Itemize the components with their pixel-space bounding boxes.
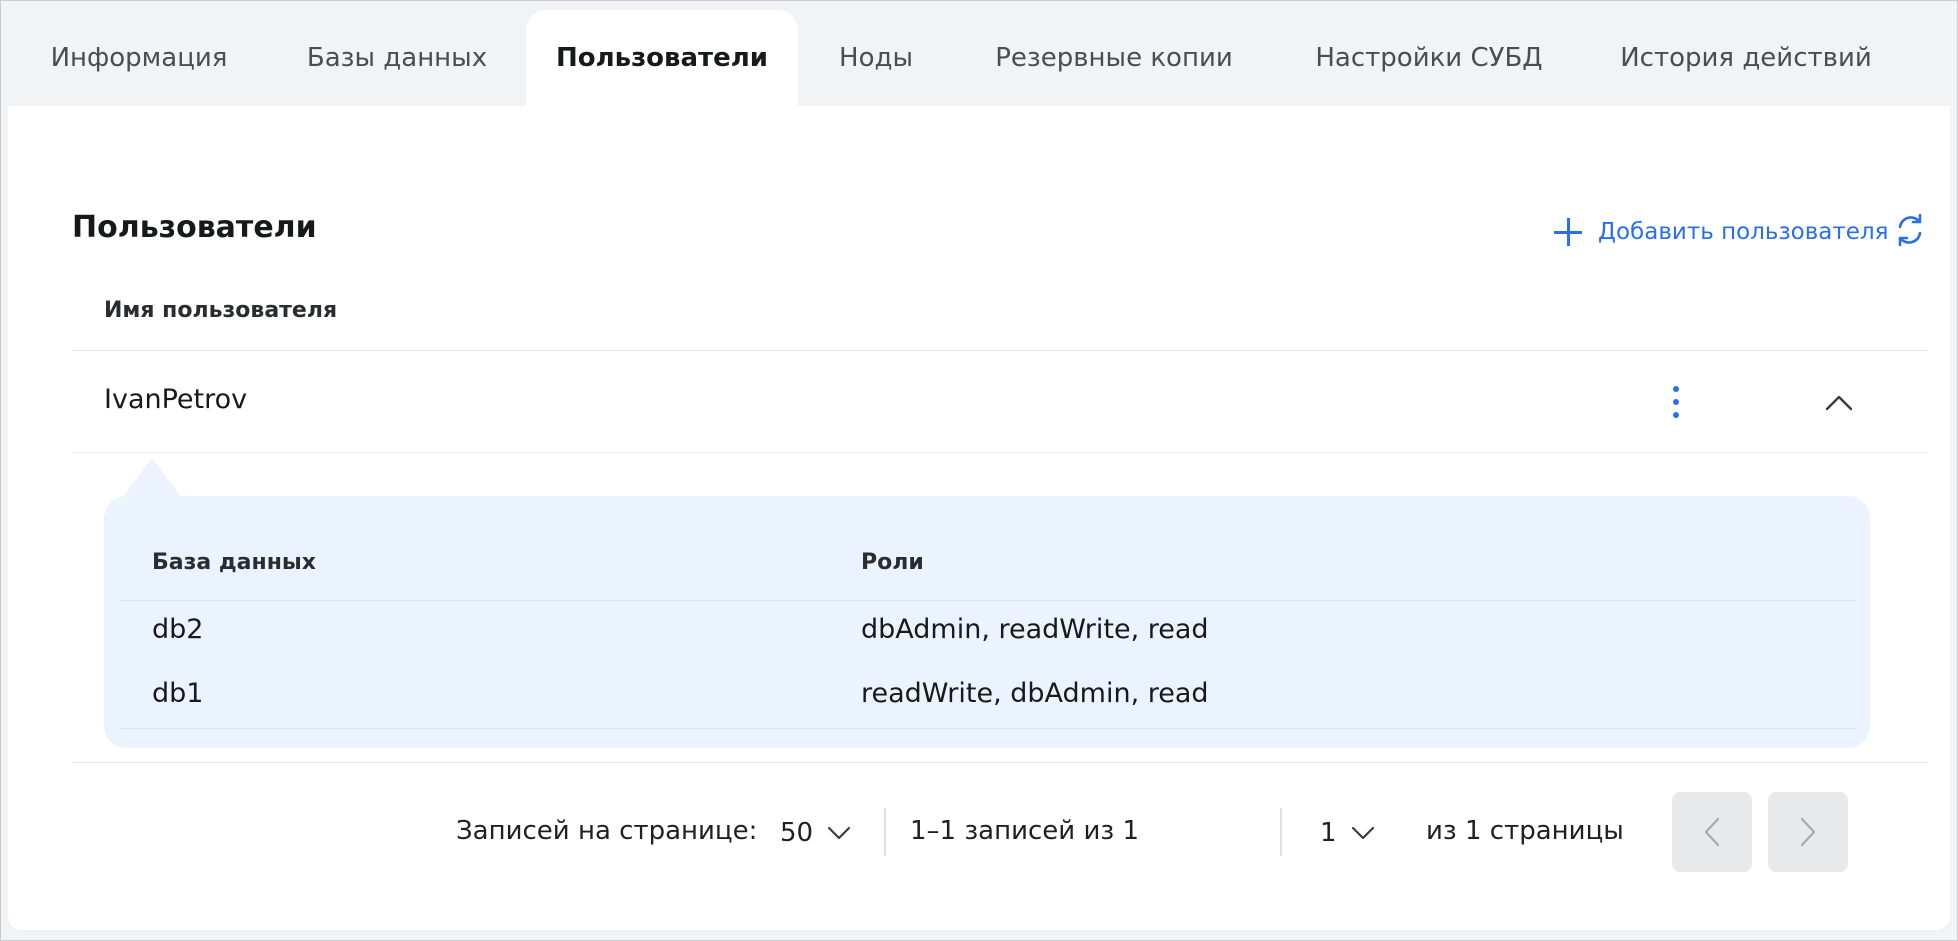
pages-summary: из 1 страницы (1426, 816, 1624, 846)
records-summary: 1–1 записей из 1 (910, 816, 1139, 846)
add-user-label: Добавить пользователя (1598, 219, 1889, 245)
kebab-menu-icon[interactable] (1666, 382, 1686, 422)
database-name: db1 (152, 678, 204, 709)
chevron-left-icon (1704, 817, 1720, 847)
per-page-label: Записей на странице: (456, 816, 758, 846)
tab-action-history[interactable]: История действий (1604, 10, 1888, 106)
tab-info[interactable]: Информация (14, 10, 264, 106)
chevron-down-icon (827, 826, 851, 840)
users-card: Пользователи Добавить пользователя Имя п… (8, 106, 1950, 930)
tab-databases[interactable]: Базы данных (286, 10, 508, 106)
panel-pointer (122, 458, 182, 498)
add-user-button[interactable]: Добавить пользователя (1554, 210, 1889, 254)
divider (72, 452, 1928, 453)
next-page-button[interactable] (1768, 792, 1848, 872)
column-header-database: База данных (152, 550, 317, 575)
database-roles: readWrite, dbAdmin, read (861, 678, 1209, 709)
tab-dbms-settings[interactable]: Настройки СУБД (1300, 10, 1558, 106)
divider (72, 762, 1928, 763)
tab-bar: Информация Базы данных Пользователи Ноды… (0, 0, 1958, 106)
per-page-value: 50 (780, 818, 814, 848)
user-details-panel: База данных Роли db2 dbAdmin, readWrite,… (104, 496, 1870, 748)
chevron-up-icon[interactable] (1824, 390, 1854, 414)
divider (1280, 808, 1282, 856)
refresh-icon[interactable] (1892, 212, 1928, 248)
user-name: IvanPetrov (104, 384, 248, 415)
page-value: 1 (1320, 818, 1337, 848)
divider (72, 350, 1928, 351)
plus-icon (1554, 218, 1582, 246)
tab-users[interactable]: Пользователи (526, 10, 798, 106)
chevron-right-icon (1800, 817, 1816, 847)
divider (884, 808, 886, 856)
per-page-select[interactable]: 50 (780, 816, 851, 850)
database-name: db2 (152, 614, 204, 645)
divider (118, 728, 1856, 729)
section-title: Пользователи (72, 210, 317, 245)
tab-nodes[interactable]: Ноды (820, 10, 932, 106)
database-roles: dbAdmin, readWrite, read (861, 614, 1209, 645)
prev-page-button[interactable] (1672, 792, 1752, 872)
column-header-username: Имя пользователя (104, 298, 338, 323)
page-select[interactable]: 1 (1320, 816, 1375, 850)
divider (118, 600, 1856, 601)
column-header-roles: Роли (861, 550, 924, 575)
chevron-down-icon (1351, 826, 1374, 840)
tab-backups[interactable]: Резервные копии (974, 10, 1254, 106)
